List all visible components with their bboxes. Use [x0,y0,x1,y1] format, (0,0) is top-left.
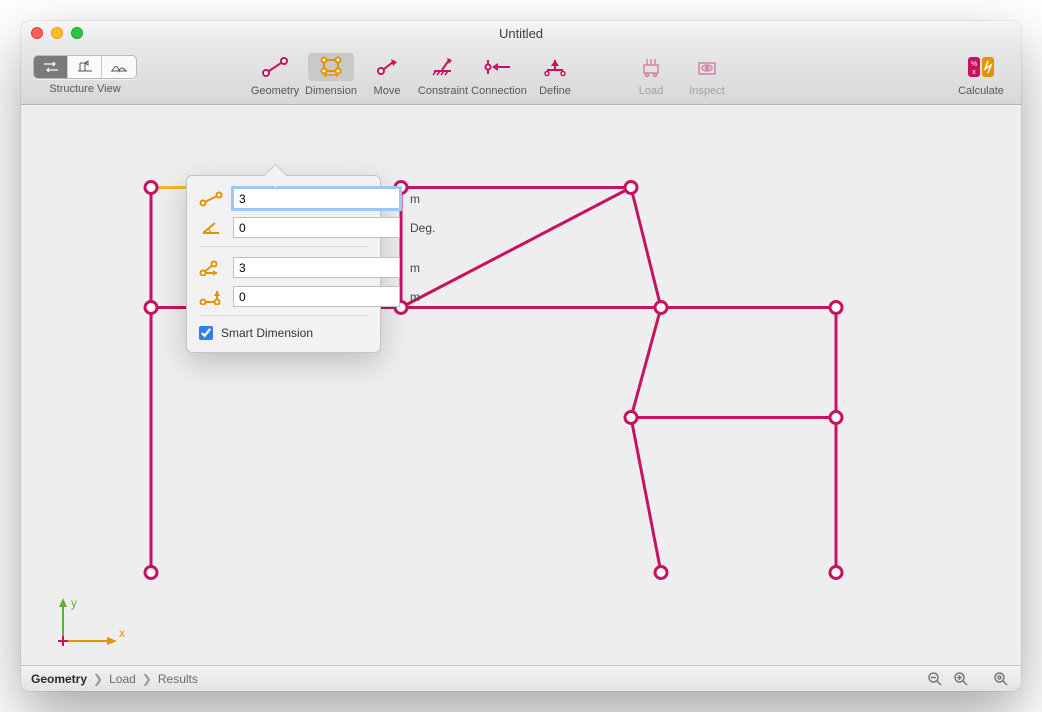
structure-view-segmented[interactable] [33,55,137,79]
app-window: Untitled Structure View Geometry [21,21,1021,691]
status-bar: Geometry ❯ Load ❯ Results [21,665,1021,691]
define-icon [541,56,569,78]
constraint-tool[interactable]: Constraint [415,53,471,97]
tool-buttons: Geometry Dimension Move Constraint Conne… [247,53,583,97]
zoom-in-button[interactable] [951,669,971,689]
calculate-icon: % x [965,55,997,79]
svg-text:x: x [119,626,125,640]
dimension-popover: m Deg. m m Smart Dimension [186,175,381,353]
x-input[interactable] [233,257,400,278]
y-input[interactable] [233,286,400,307]
move-tool[interactable]: Move [359,53,415,97]
inspect-tool[interactable]: Inspect [679,53,735,97]
load-icon [637,56,665,78]
connection-icon [484,56,514,78]
structure-drawing [21,105,1021,665]
angle-unit: Deg. [410,221,435,235]
structure-view-label: Structure View [49,83,120,95]
length-unit: m [410,192,420,206]
moment-icon [109,60,129,74]
svg-text:%: % [971,61,977,68]
length-input[interactable] [233,188,400,209]
angle-input[interactable] [233,217,400,238]
breadcrumb: Geometry ❯ Load ❯ Results [31,672,198,686]
line-icon [261,56,289,78]
connection-tool[interactable]: Connection [471,53,527,97]
calculate-button[interactable]: % x Calculate [953,53,1009,97]
y-unit: m [410,290,420,304]
y-icon [199,287,223,307]
axes-indicator: y x [51,593,131,653]
inspect-icon [693,56,721,78]
crumb-geometry[interactable]: Geometry [31,672,87,686]
dimension-icon [317,56,345,78]
chevron-right-icon: ❯ [142,672,152,686]
constraint-icon [429,56,457,78]
view-mode-3[interactable] [102,56,136,78]
zoom-controls [925,669,1011,689]
svg-text:y: y [71,596,77,610]
smart-dimension-check-input[interactable] [199,326,213,340]
crumb-load[interactable]: Load [109,672,136,686]
zoom-out-button[interactable] [925,669,945,689]
angle-icon [199,218,223,238]
nodes-icon [75,60,95,74]
canvas[interactable]: y x m Deg. m [21,105,1021,665]
window-title: Untitled [21,26,1021,41]
move-icon [373,56,401,78]
length-icon [199,189,223,209]
geometry-tool[interactable]: Geometry [247,53,303,97]
x-unit: m [410,261,420,275]
x-icon [199,258,223,278]
load-tool[interactable]: Load [623,53,679,97]
crumb-results[interactable]: Results [158,672,198,686]
structure-icon [41,60,61,74]
svg-text:x: x [972,69,976,76]
zoom-fit-button[interactable] [991,669,1011,689]
smart-dimension-checkbox[interactable]: Smart Dimension [199,326,368,340]
toolbar: Structure View Geometry Dimension Move C… [21,45,1021,105]
chevron-right-icon: ❯ [93,672,103,686]
structure-view-group: Structure View [33,55,137,95]
view-mode-2[interactable] [68,56,102,78]
view-mode-1[interactable] [34,56,68,78]
title-bar: Untitled [21,21,1021,45]
dimension-tool[interactable]: Dimension [303,53,359,97]
define-tool[interactable]: Define [527,53,583,97]
